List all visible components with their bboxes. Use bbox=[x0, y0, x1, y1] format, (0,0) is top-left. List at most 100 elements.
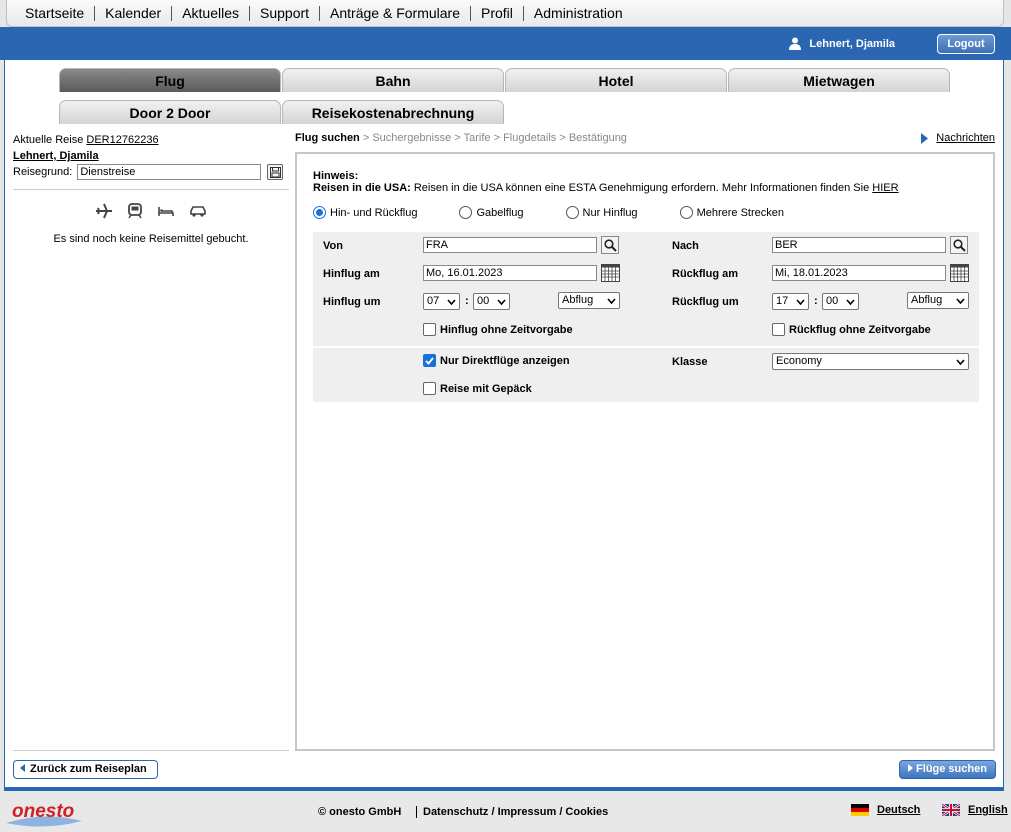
tab-door-2-door[interactable]: Door 2 Door bbox=[59, 100, 281, 124]
tab-reisekostenabrechnung[interactable]: Reisekostenabrechnung bbox=[282, 100, 504, 124]
radio-indicator[interactable] bbox=[313, 206, 326, 219]
checkbox-label: Reise mit Gepäck bbox=[440, 382, 532, 395]
nav-kalender[interactable]: Kalender bbox=[95, 5, 173, 21]
radio-one-way[interactable]: Nur Hinflug bbox=[565, 206, 638, 219]
outbound-mode-select[interactable]: Abflug bbox=[558, 292, 620, 309]
outbound-hour-select[interactable]: 07 bbox=[423, 293, 460, 310]
triangle-right-icon bbox=[921, 132, 929, 144]
nav-aktuelles[interactable]: Aktuelles bbox=[172, 5, 250, 21]
user-icon bbox=[789, 37, 802, 50]
radio-indicator[interactable] bbox=[679, 206, 693, 219]
route-fields: Von FRA Nach BER Hinflug am Mo, 16.01.20… bbox=[313, 232, 979, 346]
class-select[interactable]: Economy bbox=[772, 353, 969, 370]
tab-flug[interactable]: Flug bbox=[59, 68, 281, 92]
select-value: Economy bbox=[776, 355, 822, 367]
messages-link-area[interactable]: Nachrichten bbox=[921, 132, 995, 144]
plane-icon[interactable] bbox=[95, 203, 113, 219]
return-minute-select[interactable]: 00 bbox=[822, 293, 859, 310]
hotel-bed-icon[interactable] bbox=[157, 203, 175, 219]
search-flights-button[interactable]: Flüge suchen bbox=[899, 760, 996, 779]
floppy-disk-icon bbox=[269, 166, 281, 178]
radio-multi-city[interactable]: Mehrere Strecken bbox=[679, 206, 784, 219]
travel-mode-icons bbox=[13, 203, 289, 219]
from-search-button[interactable] bbox=[601, 236, 619, 254]
options-fields: Nur Direktflüge anzeigen Klasse Economy … bbox=[313, 346, 979, 402]
outbound-date-label: Hinflug am bbox=[323, 268, 380, 280]
from-input[interactable]: FRA bbox=[423, 237, 597, 253]
baggage-checkbox[interactable]: Reise mit Gepäck bbox=[423, 382, 532, 395]
outbound-no-time-checkbox[interactable]: Hinflug ohne Zeitvorgabe bbox=[423, 323, 573, 336]
calendar-icon[interactable] bbox=[601, 264, 620, 282]
checkbox-indicator[interactable] bbox=[772, 323, 785, 336]
return-mode-select[interactable]: Abflug bbox=[907, 292, 969, 309]
chevron-right-icon bbox=[908, 764, 914, 772]
train-icon[interactable] bbox=[127, 203, 143, 219]
nav-antraege-formulare[interactable]: Anträge & Formulare bbox=[320, 5, 471, 21]
uk-flag-icon bbox=[942, 804, 960, 816]
select-value: 00 bbox=[477, 295, 490, 307]
breadcrumb-current: Flug suchen bbox=[295, 132, 360, 144]
legal-links[interactable]: Datenschutz / Impressum / Cookies bbox=[416, 806, 608, 818]
messages-link[interactable]: Nachrichten bbox=[936, 132, 995, 144]
sidebar-divider bbox=[13, 189, 289, 190]
breadcrumb: Flug suchen > Suchergebnisse > Tarife > … bbox=[295, 132, 627, 144]
current-trip-row: Aktuelle Reise DER12762236 bbox=[13, 132, 289, 148]
nav-startseite[interactable]: Startseite bbox=[15, 5, 96, 21]
select-value: 00 bbox=[826, 295, 839, 307]
breadcrumb-step-confirmation: Bestätigung bbox=[568, 132, 627, 144]
back-to-itinerary-button[interactable]: Zurück zum Reiseplan bbox=[13, 760, 158, 779]
back-button-label: Zurück zum Reiseplan bbox=[30, 763, 147, 775]
tab-mietwagen[interactable]: Mietwagen bbox=[728, 68, 950, 92]
direct-flights-checkbox[interactable]: Nur Direktflüge anzeigen bbox=[423, 354, 570, 367]
nav-support[interactable]: Support bbox=[250, 5, 321, 21]
outbound-minute-select[interactable]: 00 bbox=[473, 293, 510, 310]
no-booking-message: Es sind noch keine Reisemittel gebucht. bbox=[53, 233, 249, 245]
checkbox-indicator[interactable] bbox=[423, 323, 436, 336]
chevron-down-icon bbox=[497, 298, 506, 305]
outbound-date-input[interactable]: Mo, 16.01.2023 bbox=[423, 265, 597, 281]
radio-indicator[interactable] bbox=[565, 206, 579, 219]
chevron-down-icon bbox=[607, 297, 616, 304]
calendar-icon[interactable] bbox=[950, 264, 969, 282]
radio-round-trip[interactable]: Hin- und Rückflug bbox=[313, 206, 417, 219]
to-search-button[interactable] bbox=[950, 236, 968, 254]
reason-input[interactable] bbox=[77, 164, 262, 180]
radio-indicator[interactable] bbox=[459, 206, 473, 219]
save-reason-button[interactable] bbox=[267, 164, 284, 180]
checkbox-label: Nur Direktflüge anzeigen bbox=[440, 354, 570, 367]
search-button-label: Flüge suchen bbox=[916, 763, 987, 775]
current-trip-link[interactable]: DER12762236 bbox=[86, 134, 158, 146]
header-bar: Lehnert, Djamila Logout bbox=[0, 27, 1011, 60]
language-german[interactable]: Deutsch bbox=[851, 804, 920, 816]
chevron-down-icon bbox=[447, 298, 456, 305]
to-input[interactable]: BER bbox=[772, 237, 946, 253]
return-no-time-checkbox[interactable]: Rückflug ohne Zeitvorgabe bbox=[772, 323, 931, 336]
onesto-logo: onesto bbox=[6, 801, 82, 827]
traveler-row: Lehnert, Djamila bbox=[13, 148, 289, 164]
logout-button[interactable]: Logout bbox=[937, 34, 995, 54]
car-icon[interactable] bbox=[189, 203, 207, 219]
language-english-label[interactable]: English bbox=[968, 804, 1008, 816]
usa-hint: Hinweis: Reisen in die USA: Reisen in di… bbox=[313, 170, 899, 194]
return-date-input[interactable]: Mi, 18.01.2023 bbox=[772, 265, 946, 281]
checkbox-label: Rückflug ohne Zeitvorgabe bbox=[789, 323, 931, 336]
tab-hotel[interactable]: Hotel bbox=[505, 68, 727, 92]
checkbox-indicator[interactable] bbox=[423, 382, 436, 395]
checkbox-indicator[interactable] bbox=[423, 354, 436, 367]
return-hour-select[interactable]: 17 bbox=[772, 293, 809, 310]
radio-open-jaw[interactable]: Gabelflug bbox=[459, 206, 524, 219]
radio-label: Gabelflug bbox=[476, 206, 524, 219]
language-english[interactable]: English bbox=[942, 804, 1008, 816]
reason-row: Reisegrund: bbox=[13, 164, 289, 180]
flight-search-form: Hinweis: Reisen in die USA: Reisen in di… bbox=[295, 152, 995, 751]
footer: onesto © onesto GmbH Datenschutz / Impre… bbox=[0, 791, 1011, 832]
language-german-label[interactable]: Deutsch bbox=[877, 804, 920, 816]
traveler-name-link[interactable]: Lehnert, Djamila bbox=[13, 150, 99, 162]
breadcrumb-separator: > bbox=[559, 132, 566, 144]
hint-link[interactable]: HIER bbox=[872, 182, 898, 194]
trip-sidebar: Aktuelle Reise DER12762236 Lehnert, Djam… bbox=[13, 132, 289, 245]
nav-administration[interactable]: Administration bbox=[524, 5, 633, 21]
nav-profil[interactable]: Profil bbox=[471, 5, 524, 21]
tab-bahn[interactable]: Bahn bbox=[282, 68, 504, 92]
time-colon: : bbox=[814, 295, 818, 307]
